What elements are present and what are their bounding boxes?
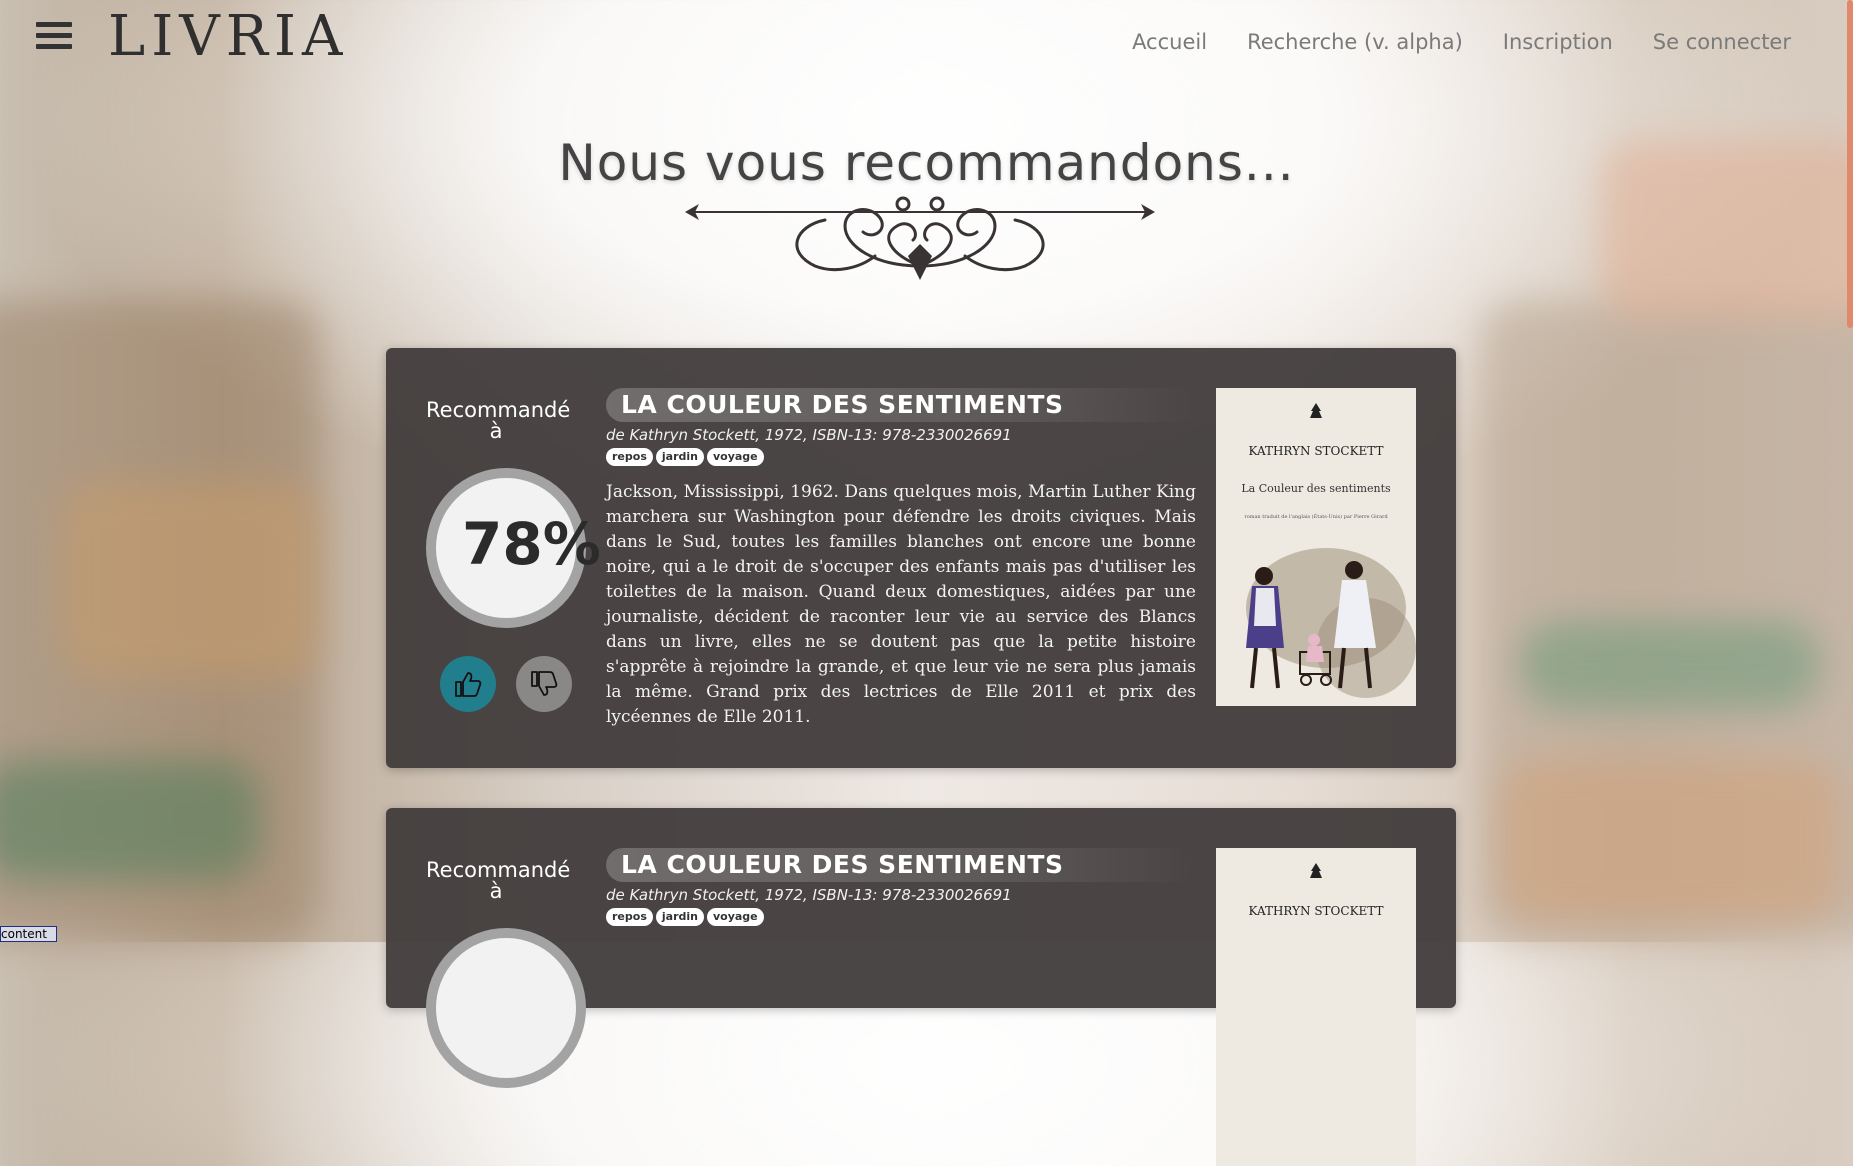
thumbs-down-icon bbox=[531, 671, 558, 696]
book-cover[interactable]: KATHRYN STOCKETT La Couleur des sentimen… bbox=[1216, 388, 1416, 706]
tag[interactable]: jardin bbox=[655, 908, 704, 926]
book-cover[interactable]: KATHRYN STOCKETT bbox=[1216, 848, 1416, 1166]
tag-list: repos jardin voyage bbox=[606, 908, 764, 926]
thumbs-up-icon bbox=[455, 672, 482, 697]
cover-title: La Couleur des sentiments bbox=[1241, 482, 1391, 495]
nav-inscription[interactable]: Inscription bbox=[1503, 30, 1613, 54]
match-gauge bbox=[426, 928, 586, 1088]
book-title[interactable]: LA COULEUR DES SENTIMENTS bbox=[606, 388, 1196, 422]
nav-recherche[interactable]: Recherche (v. alpha) bbox=[1247, 30, 1463, 54]
cover-subtitle: roman traduit de l'anglais (États-Unis) … bbox=[1244, 514, 1388, 520]
tag-list: repos jardin voyage bbox=[606, 448, 764, 466]
tag[interactable]: repos bbox=[606, 448, 653, 466]
nav-accueil[interactable]: Accueil bbox=[1132, 30, 1207, 54]
top-bar: LIVRIA Accueil Recherche (v. alpha) Insc… bbox=[0, 0, 1853, 84]
like-button[interactable] bbox=[440, 656, 496, 712]
tag[interactable]: repos bbox=[606, 908, 653, 926]
recommended-label: Recommandé à bbox=[426, 858, 571, 903]
debug-content-label: content bbox=[0, 926, 57, 942]
book-meta: de Kathryn Stockett, 1972, ISBN-13: 978-… bbox=[606, 886, 1012, 904]
tag[interactable]: voyage bbox=[706, 448, 764, 466]
publisher-logo-icon bbox=[1310, 863, 1322, 878]
book-meta: de Kathryn Stockett, 1972, ISBN-13: 978-… bbox=[606, 426, 1012, 444]
recommended-label: Recommandé à bbox=[426, 398, 571, 443]
hamburger-menu-icon[interactable] bbox=[36, 22, 72, 52]
dislike-button[interactable] bbox=[516, 656, 572, 712]
main-nav: Accueil Recherche (v. alpha) Inscription… bbox=[1132, 30, 1791, 54]
recommendation-card: Recommandé à 78% LA COULEUR DES SENTIMEN… bbox=[386, 348, 1456, 768]
publisher-logo-icon bbox=[1310, 403, 1322, 418]
tag[interactable]: jardin bbox=[655, 448, 704, 466]
match-score: 78% bbox=[462, 510, 601, 578]
tag[interactable]: voyage bbox=[706, 908, 764, 926]
nav-se-connecter[interactable]: Se connecter bbox=[1653, 30, 1791, 54]
cover-author: KATHRYN STOCKETT bbox=[1248, 444, 1384, 458]
book-title[interactable]: LA COULEUR DES SENTIMENTS bbox=[606, 848, 1196, 882]
cover-author: KATHRYN STOCKETT bbox=[1248, 904, 1384, 918]
logo[interactable]: LIVRIA bbox=[108, 4, 348, 69]
section-title: Nous vous recommandons... bbox=[558, 134, 1295, 192]
recommendation-card: Recommandé à LA COULEUR DES SENTIMENTS d… bbox=[386, 808, 1456, 1166]
ornament-divider-icon bbox=[685, 196, 1155, 280]
cover-illustration bbox=[1246, 548, 1416, 698]
book-description: Jackson, Mississippi, 1962. Dans quelque… bbox=[606, 482, 1196, 727]
